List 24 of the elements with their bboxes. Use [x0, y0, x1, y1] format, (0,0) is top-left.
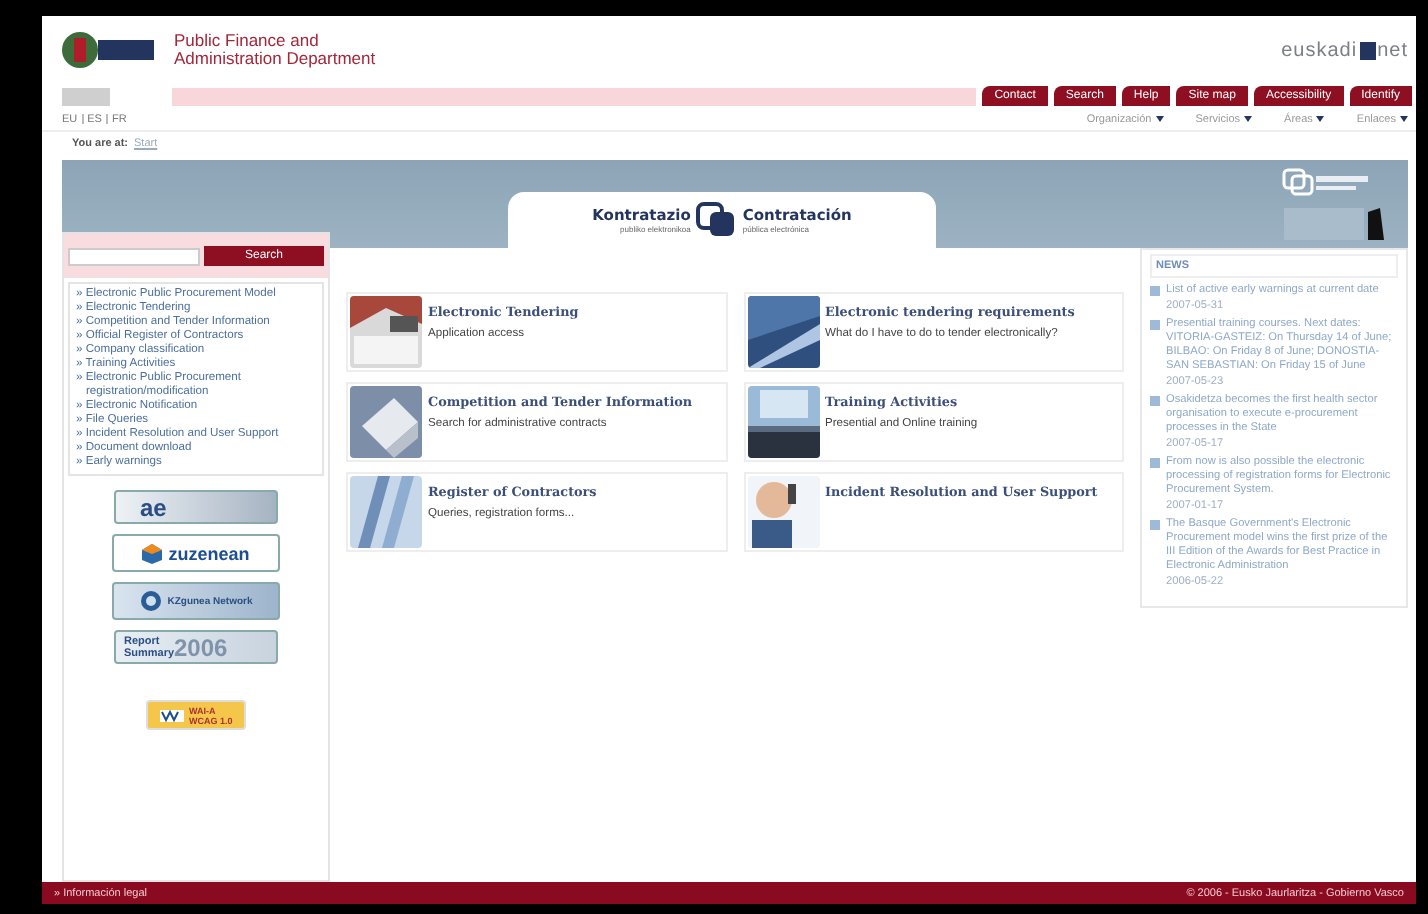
bullet-icon	[1150, 520, 1160, 530]
bullet-icon	[1150, 320, 1160, 330]
badge-year: 2006	[174, 633, 228, 661]
square-icon	[1359, 41, 1376, 59]
cube-icon	[142, 543, 163, 563]
contract-logo-icon	[696, 202, 737, 238]
brand-text: net	[1377, 39, 1408, 61]
ae-badge[interactable]: ae	[114, 490, 278, 524]
emblem-drawing	[62, 28, 154, 72]
department-title: Public Finance and Administration Department	[174, 32, 378, 68]
caret-icon	[1155, 116, 1164, 122]
caret-icon	[1400, 116, 1408, 122]
zuzenean-badge[interactable]: zuzenean	[112, 534, 280, 572]
caret-icon	[1244, 116, 1253, 122]
badge-text: zuzenean	[168, 543, 250, 563]
bullet-icon	[1150, 286, 1160, 296]
bullet-icon	[1150, 458, 1160, 468]
nav-tab[interactable]	[62, 87, 110, 105]
badge-text: ae	[140, 495, 167, 519]
search-field[interactable]	[68, 247, 200, 265]
caret-icon	[1316, 116, 1325, 122]
bullet-icon	[1150, 396, 1160, 406]
brand-text: euskadi	[1281, 39, 1358, 61]
w3c-icon	[159, 707, 183, 723]
